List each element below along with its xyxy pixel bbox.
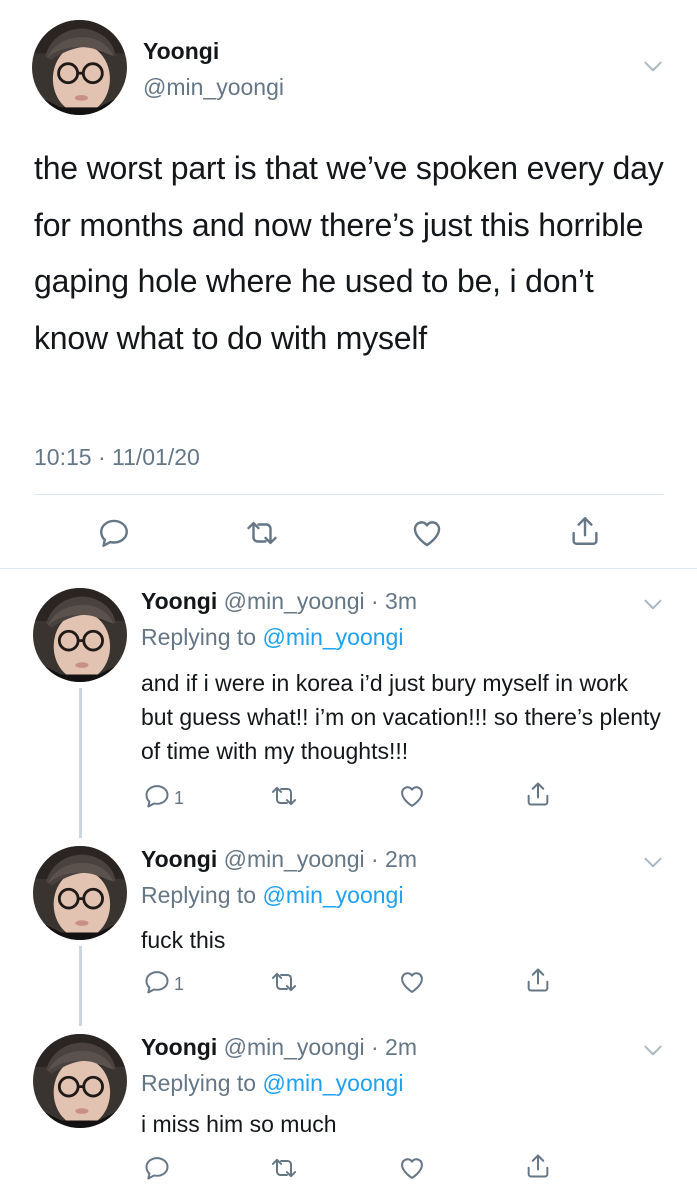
reply-text: and if i were in korea i’d just bury mys… (141, 670, 661, 764)
like-icon[interactable] (398, 968, 426, 996)
retweet-icon[interactable] (270, 1154, 298, 1182)
reply-icon[interactable] (97, 516, 131, 550)
replying-to-label: Replying to (141, 624, 263, 650)
divider (0, 568, 697, 569)
author-name[interactable]: Yoongi (141, 588, 217, 614)
chevron-down-icon[interactable] (640, 850, 666, 876)
reply-count: 1 (174, 788, 185, 808)
reply-icon[interactable] (143, 968, 171, 996)
replying-to: Replying to @min_yoongi (141, 882, 403, 909)
like-icon[interactable] (398, 1154, 426, 1182)
reply-icon[interactable] (143, 1154, 171, 1182)
share-icon[interactable] (524, 966, 552, 994)
like-icon[interactable] (398, 782, 426, 810)
thread-line (79, 688, 82, 838)
reply-text: i miss him so much (141, 1111, 337, 1137)
retweet-icon[interactable] (270, 968, 298, 996)
reply-header: Yoongi @min_yoongi · 2m (141, 846, 417, 873)
author-handle-time[interactable]: @min_yoongi · 2m (224, 846, 417, 872)
chevron-down-icon[interactable] (640, 1038, 666, 1064)
replying-to: Replying to @min_yoongi (141, 624, 403, 651)
mention-link[interactable]: @min_yoongi (262, 882, 403, 908)
avatar[interactable] (33, 1034, 127, 1128)
retweet-icon[interactable] (270, 782, 298, 810)
reply-header: Yoongi @min_yoongi · 2m (141, 1034, 417, 1061)
reply-tweet: Yoongi @min_yoongi · 2m Replying to @min… (0, 846, 697, 1026)
like-icon[interactable] (410, 516, 444, 550)
reply-tweet: Yoongi @min_yoongi · 2m Replying to @min… (0, 1034, 697, 1200)
chevron-down-icon[interactable] (640, 54, 666, 80)
replying-to-label: Replying to (141, 1070, 263, 1096)
reply-header: Yoongi @min_yoongi · 3m (141, 588, 417, 615)
reply-tweet: Yoongi @min_yoongi · 3m Replying to @min… (0, 588, 697, 838)
mention-link[interactable]: @min_yoongi (262, 624, 403, 650)
tweet-text: the worst part is that we’ve spoken ever… (34, 150, 664, 356)
avatar[interactable] (33, 846, 127, 940)
chevron-down-icon[interactable] (640, 592, 666, 618)
replying-to: Replying to @min_yoongi (141, 1070, 403, 1097)
avatar[interactable] (32, 20, 127, 115)
author-name[interactable]: Yoongi (141, 846, 217, 872)
reply-count: 1 (174, 974, 185, 994)
retweet-icon[interactable] (245, 516, 279, 550)
share-icon[interactable] (524, 780, 552, 808)
tweet-timestamp[interactable]: 10:15 · 11/01/20 (34, 444, 200, 471)
thread-line (79, 946, 82, 1026)
share-icon[interactable] (524, 1152, 552, 1180)
author-handle-time[interactable]: @min_yoongi · 3m (224, 588, 417, 614)
replying-to-label: Replying to (141, 882, 263, 908)
divider (34, 494, 664, 495)
mention-link[interactable]: @min_yoongi (262, 1070, 403, 1096)
main-tweet: Yoongi @min_yoongi the worst part is tha… (0, 0, 697, 565)
author-handle-time[interactable]: @min_yoongi · 2m (224, 1034, 417, 1060)
share-icon[interactable] (568, 514, 602, 548)
author-handle[interactable]: @min_yoongi (143, 74, 284, 101)
author-name[interactable]: Yoongi (141, 1034, 217, 1060)
author-name[interactable]: Yoongi (143, 38, 219, 65)
avatar[interactable] (33, 588, 127, 682)
reply-text: fuck this (141, 927, 226, 953)
reply-icon[interactable] (143, 782, 171, 810)
